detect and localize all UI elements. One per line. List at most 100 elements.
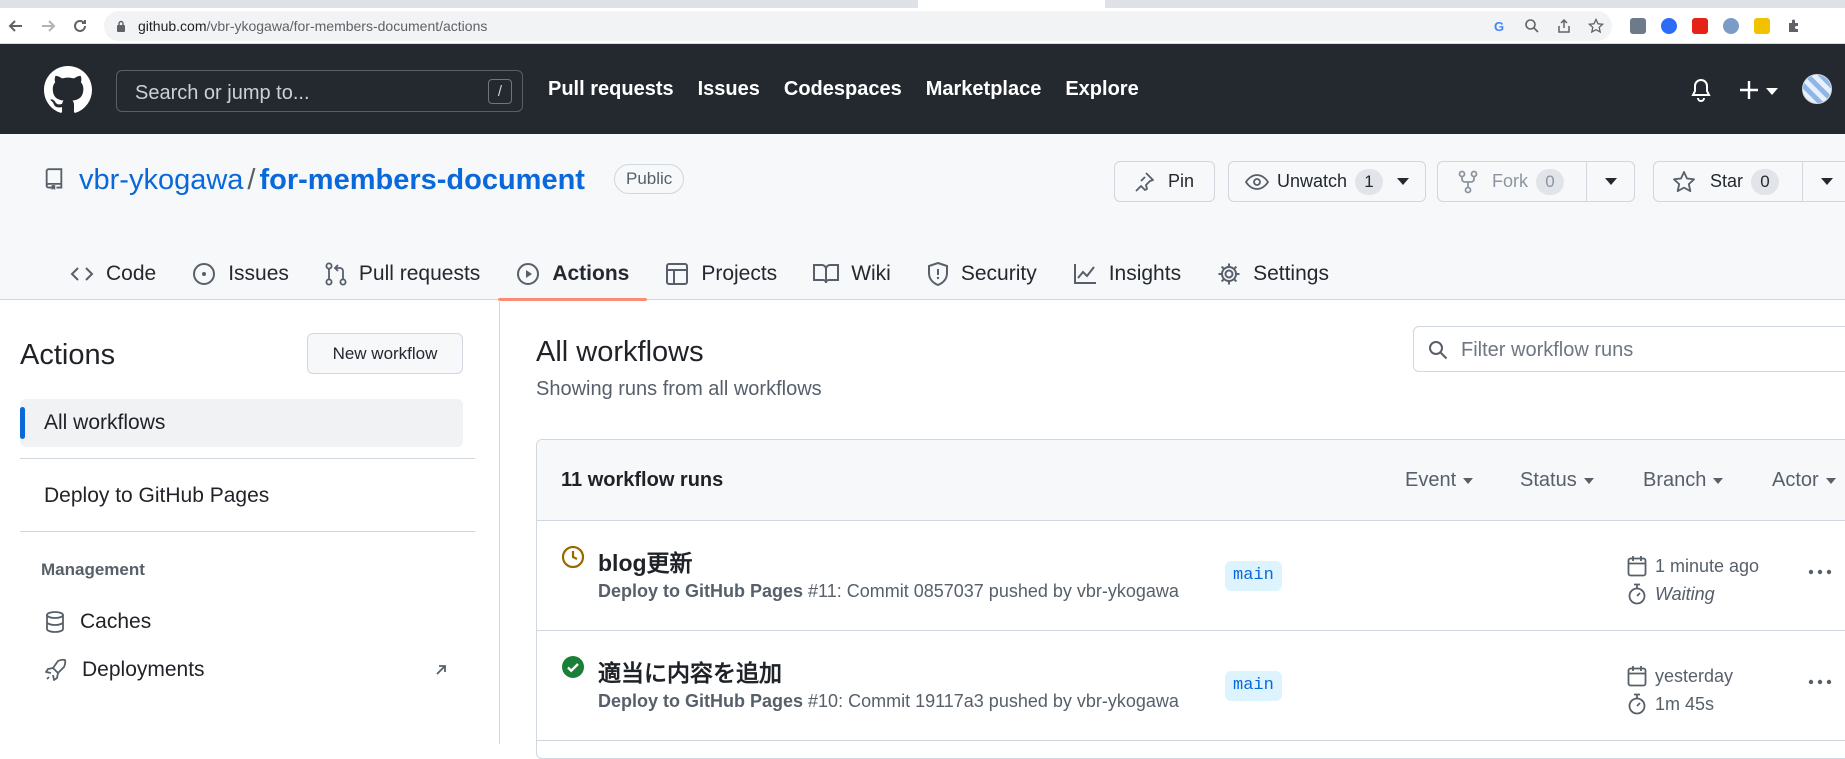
kebab-menu-icon[interactable] <box>1807 567 1833 577</box>
browser-active-tab[interactable] <box>918 0 1105 8</box>
star-button[interactable]: Star 0 <box>1653 161 1845 202</box>
reload-icon[interactable] <box>70 16 90 36</box>
plus-icon[interactable] <box>1738 79 1760 101</box>
kebab-menu-icon[interactable] <box>1807 677 1833 687</box>
branch-label[interactable]: main <box>1225 671 1282 701</box>
repo-name-link[interactable]: for-members-document <box>259 164 585 196</box>
watch-chevron-down-icon[interactable] <box>1397 177 1409 186</box>
play-icon <box>517 263 540 285</box>
extensions-puzzle-icon[interactable] <box>1786 18 1802 34</box>
tab-wiki[interactable]: Wiki <box>795 248 909 300</box>
sidebar-item-deploy-to-github-pages[interactable]: Deploy to GitHub Pages <box>20 472 463 520</box>
sidebar-item-caches[interactable]: Caches <box>44 602 464 642</box>
tab-security[interactable]: Security <box>909 248 1055 300</box>
tab-settings-label: Settings <box>1253 262 1329 285</box>
forward-arrow-icon[interactable] <box>38 16 58 36</box>
bookmark-star-icon[interactable] <box>1588 18 1604 34</box>
extension-youtube-icon[interactable] <box>1692 18 1708 34</box>
svg-text:G: G <box>1494 19 1504 34</box>
fork-divider <box>1586 162 1587 201</box>
extension-z-icon[interactable] <box>1661 18 1677 34</box>
google-icon[interactable]: G <box>1492 18 1508 34</box>
new-workflow-button[interactable]: New workflow <box>307 333 463 374</box>
visibility-badge: Public <box>614 164 685 194</box>
repo-header: vbr-ykogawa / for-members-document Public … <box>0 134 1845 301</box>
tab-issues[interactable]: Issues <box>174 248 307 300</box>
tab-pull-requests[interactable]: Pull requests <box>307 248 498 300</box>
extension-info-icon[interactable] <box>1723 18 1739 34</box>
zoom-icon[interactable] <box>1524 18 1540 34</box>
event-filter[interactable]: Event <box>1405 469 1474 492</box>
run-time-text: yesterday <box>1655 665 1734 686</box>
calendar-icon <box>1627 666 1647 687</box>
branch-filter-label: Branch <box>1643 469 1707 491</box>
nav-pull-requests[interactable]: Pull requests <box>548 78 674 101</box>
run-duration: Waiting <box>1627 583 1715 605</box>
tab-code[interactable]: Code <box>52 248 174 300</box>
tab-insights[interactable]: Insights <box>1055 248 1199 300</box>
tab-projects-label: Projects <box>701 262 778 285</box>
tab-code-label: Code <box>106 262 157 285</box>
database-icon <box>46 611 64 633</box>
tab-wiki-label: Wiki <box>851 262 891 285</box>
search-icon <box>1429 341 1448 360</box>
actions-sidebar: Actions New workflow All workflows Deplo… <box>0 300 500 744</box>
table-row[interactable]: blog更新 Deploy to GitHub Pages #11: Commi… <box>537 521 1845 631</box>
star-chevron-down-icon[interactable] <box>1821 177 1833 186</box>
nav-explore[interactable]: Explore <box>1065 78 1138 101</box>
nav-codespaces[interactable]: Codespaces <box>784 78 902 101</box>
back-arrow-icon[interactable] <box>6 16 26 36</box>
fork-label: Fork <box>1492 171 1528 191</box>
table-row[interactable]: 適当に内容を追加 Deploy to GitHub Pages #10: Com… <box>537 631 1845 741</box>
branch-filter[interactable]: Branch <box>1643 469 1724 492</box>
search-input[interactable]: Search or jump to... / <box>116 70 523 112</box>
external-link-arrow-icon <box>436 665 446 675</box>
actor-filter[interactable]: Actor <box>1772 469 1836 492</box>
workflow-runs-list: 11 workflow runs Event Status Branch Act… <box>536 439 1845 759</box>
fork-chevron-down-icon[interactable] <box>1605 177 1617 186</box>
tab-settings[interactable]: Settings <box>1199 248 1347 300</box>
nav-marketplace[interactable]: Marketplace <box>926 78 1042 101</box>
tab-pull-requests-label: Pull requests <box>358 262 481 285</box>
star-icon <box>1673 170 1695 192</box>
stopwatch-icon <box>1628 583 1646 605</box>
run-meta: Deploy to GitHub Pages #11: Commit 08570… <box>598 581 1179 602</box>
global-nav: Pull requests Issues Codespaces Marketpl… <box>548 78 1139 101</box>
lock-icon <box>117 20 125 32</box>
repo-title: vbr-ykogawa / for-members-document <box>79 164 585 197</box>
extension-note-icon[interactable] <box>1754 18 1770 34</box>
clock-status-icon <box>561 545 585 569</box>
check-circle-icon <box>562 656 584 678</box>
run-title[interactable]: blog更新 <box>598 544 693 578</box>
bell-icon[interactable] <box>1690 78 1712 102</box>
sidebar-item-deployments[interactable]: Deployments <box>44 650 464 690</box>
avatar[interactable] <box>1802 74 1832 104</box>
gear-icon <box>1218 263 1240 285</box>
tab-projects[interactable]: Projects <box>647 248 795 300</box>
unwatch-button[interactable]: Unwatch 1 <box>1228 161 1426 202</box>
tab-actions[interactable]: Actions <box>498 248 648 301</box>
page-title: All workflows <box>536 336 704 368</box>
github-logo-icon[interactable] <box>44 66 92 114</box>
sidebar-divider <box>20 458 475 459</box>
graph-icon <box>1073 264 1096 284</box>
star-label: Star <box>1710 171 1744 191</box>
extension-v-icon[interactable] <box>1630 18 1646 34</box>
eye-icon <box>1245 173 1269 190</box>
run-workflow-name: Deploy to GitHub Pages <box>598 581 804 601</box>
filter-workflow-runs[interactable] <box>1413 326 1845 372</box>
branch-label[interactable]: main <box>1225 561 1282 591</box>
repo-owner-link[interactable]: vbr-ykogawa <box>79 164 243 196</box>
pin-button[interactable]: Pin <box>1114 161 1215 202</box>
sidebar-item-all-workflows[interactable]: All workflows <box>20 399 463 447</box>
filter-workflow-runs-input[interactable] <box>1461 336 1841 364</box>
status-filter[interactable]: Status <box>1520 469 1594 492</box>
share-icon[interactable] <box>1556 18 1572 34</box>
browser-tab-strip <box>0 0 1845 8</box>
nav-issues[interactable]: Issues <box>698 78 760 101</box>
chevron-down-icon <box>1713 477 1724 484</box>
address-bar[interactable]: github.com/vbr-ykogawa/for-members-docum… <box>104 11 1612 41</box>
run-title[interactable]: 適当に内容を追加 <box>598 654 782 688</box>
fork-button[interactable]: Fork 0 <box>1437 161 1635 202</box>
plus-chevron-down-icon[interactable] <box>1766 88 1778 96</box>
